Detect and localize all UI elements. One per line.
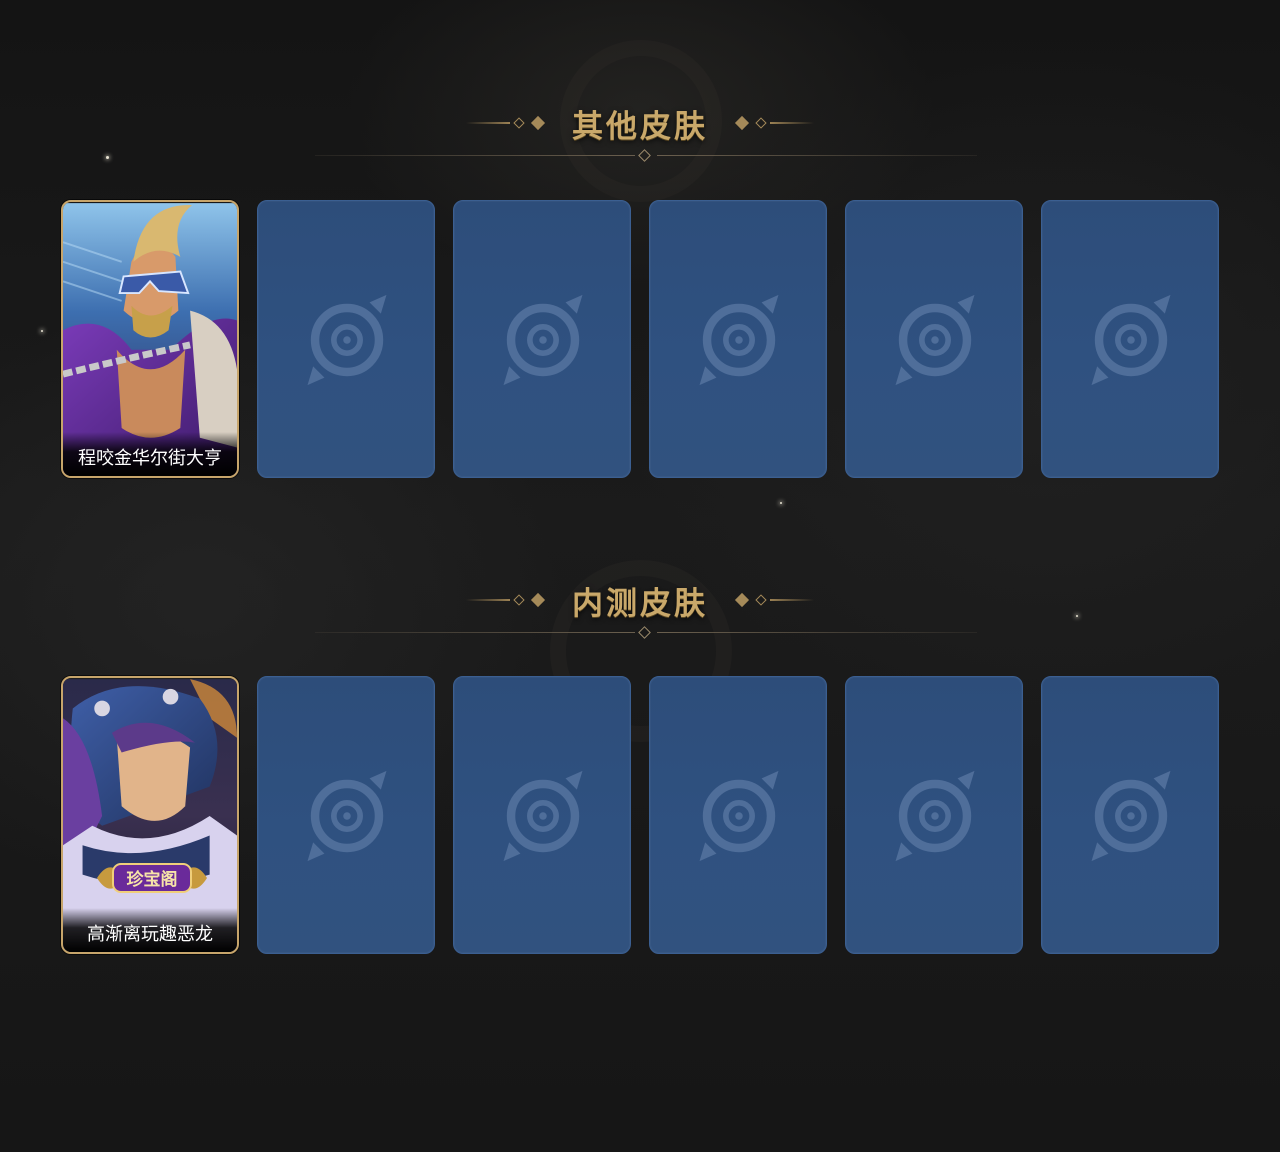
- diamond-ornament-icon: [530, 115, 546, 131]
- diamond-ornament-icon: [755, 117, 767, 129]
- game-logo-placeholder-icon: [1091, 770, 1171, 862]
- title-underline: [315, 626, 977, 639]
- section-title-other-skins: 其他皮肤: [0, 98, 1280, 168]
- game-logo-placeholder-icon: [307, 770, 387, 862]
- badge-text: 珍宝阁: [127, 869, 178, 890]
- sparkle-decoration: [780, 502, 782, 504]
- empty-skin-slot[interactable]: [1041, 200, 1219, 478]
- diamond-ornament-icon: [638, 626, 651, 639]
- skin-name-label: 高渐离玩趣恶龙: [63, 908, 237, 952]
- empty-skin-slot[interactable]: [257, 200, 435, 478]
- diamond-ornament-icon: [513, 117, 525, 129]
- diamond-ornament-icon: [513, 594, 525, 606]
- empty-skin-slot[interactable]: [453, 676, 631, 954]
- skin-card[interactable]: 程咬金华尔街大亨: [61, 200, 239, 478]
- game-logo-placeholder-icon: [503, 770, 583, 862]
- title-ornament-left: [466, 592, 548, 608]
- empty-skin-slot[interactable]: [845, 676, 1023, 954]
- title-ornament-right: [732, 115, 814, 131]
- empty-skin-slot[interactable]: [1041, 676, 1219, 954]
- game-logo-placeholder-icon: [503, 294, 583, 386]
- treasure-pavilion-badge: 珍宝阁: [97, 863, 207, 893]
- game-logo-placeholder-icon: [307, 294, 387, 386]
- sparkle-decoration: [41, 330, 43, 332]
- empty-skin-slot[interactable]: [845, 200, 1023, 478]
- game-logo-placeholder-icon: [895, 294, 975, 386]
- empty-skin-slot[interactable]: [453, 200, 631, 478]
- diamond-ornament-icon: [530, 592, 546, 608]
- section-title-beta-skins: 内测皮肤: [0, 575, 1280, 645]
- game-logo-placeholder-icon: [895, 770, 975, 862]
- empty-skin-slot[interactable]: [649, 200, 827, 478]
- skin-card[interactable]: 珍宝阁 高渐离玩趣恶龙: [61, 676, 239, 954]
- game-logo-placeholder-icon: [699, 770, 779, 862]
- skin-card-row: 珍宝阁 高渐离玩趣恶龙: [61, 676, 1221, 956]
- title-ornament-right: [732, 592, 814, 608]
- title-underline: [315, 149, 977, 162]
- diamond-ornament-icon: [734, 592, 750, 608]
- diamond-ornament-icon: [734, 115, 750, 131]
- section-heading: 内测皮肤: [572, 585, 708, 622]
- diamond-ornament-icon: [755, 594, 767, 606]
- skin-card-row: 程咬金华尔街大亨: [61, 200, 1221, 480]
- game-logo-placeholder-icon: [1091, 294, 1171, 386]
- skin-collection-page: 其他皮肤 程咬金华尔街大亨 内测皮肤 珍宝阁 高渐离玩趣恶龙: [0, 0, 1280, 1152]
- game-logo-placeholder-icon: [699, 294, 779, 386]
- empty-skin-slot[interactable]: [649, 676, 827, 954]
- diamond-ornament-icon: [638, 149, 651, 162]
- title-ornament-left: [466, 115, 548, 131]
- section-heading: 其他皮肤: [572, 108, 708, 145]
- empty-skin-slot[interactable]: [257, 676, 435, 954]
- skin-name-label: 程咬金华尔街大亨: [63, 432, 237, 476]
